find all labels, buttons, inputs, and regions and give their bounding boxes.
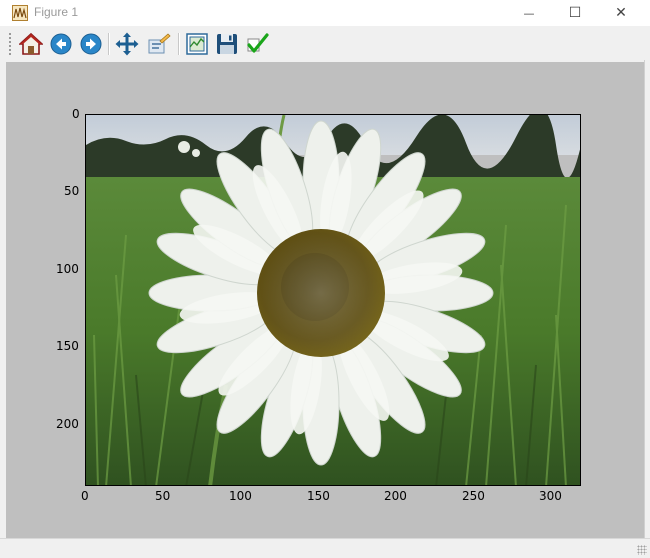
- y-tick-label: 0: [72, 107, 80, 121]
- x-tick-label: 100: [229, 489, 252, 503]
- image-axes[interactable]: [85, 114, 581, 486]
- y-tick-label: 100: [56, 262, 79, 276]
- x-tick-label: 200: [384, 489, 407, 503]
- back-button[interactable]: [48, 31, 74, 57]
- toolbar-separator: [178, 33, 180, 55]
- back-icon: [50, 33, 72, 55]
- pan-icon: [115, 32, 139, 56]
- minimize-button[interactable]: —: [506, 0, 552, 26]
- close-button[interactable]: ✕: [598, 0, 644, 26]
- x-tick-label: 0: [81, 489, 89, 503]
- edit-button[interactable]: [244, 31, 270, 57]
- edit-check-icon: [247, 33, 269, 53]
- toolbar-separator: [108, 33, 110, 55]
- forward-button[interactable]: [78, 31, 104, 57]
- zoom-button[interactable]: [146, 31, 172, 57]
- x-tick-label: 50: [155, 489, 171, 503]
- home-button[interactable]: [18, 31, 44, 57]
- y-tick-label: 150: [56, 339, 79, 353]
- minimize-icon: —: [523, 6, 535, 20]
- status-bar: [0, 538, 650, 558]
- daisy-image: [86, 115, 580, 485]
- x-tick-label: 250: [462, 489, 485, 503]
- subplots-button[interactable]: [184, 31, 210, 57]
- x-tick-label: 150: [307, 489, 330, 503]
- subplots-icon: [186, 33, 208, 55]
- figure-window: Figure 1 — ☐ ✕ 0 50 100 150 200 0 50 100…: [0, 0, 650, 558]
- save-icon: [217, 34, 237, 54]
- x-tick-label: 300: [539, 489, 562, 503]
- title-bar[interactable]: Figure 1 — ☐ ✕: [0, 0, 650, 26]
- pan-button[interactable]: [114, 31, 140, 57]
- maximize-icon: ☐: [568, 5, 582, 21]
- window-right-edge: [644, 60, 650, 538]
- navigation-toolbar: [6, 28, 644, 60]
- window-title: Figure 1: [34, 5, 79, 19]
- app-icon: [12, 5, 28, 21]
- toolbar-grip[interactable]: [8, 32, 12, 56]
- home-icon: [19, 32, 43, 55]
- forward-icon: [80, 33, 102, 55]
- y-tick-label: 200: [56, 417, 79, 431]
- resize-grip[interactable]: [637, 545, 647, 555]
- zoom-icon: [148, 33, 171, 54]
- close-icon: ✕: [615, 5, 627, 21]
- y-tick-label: 50: [64, 184, 80, 198]
- save-button[interactable]: [214, 31, 240, 57]
- maximize-button[interactable]: ☐: [552, 0, 598, 26]
